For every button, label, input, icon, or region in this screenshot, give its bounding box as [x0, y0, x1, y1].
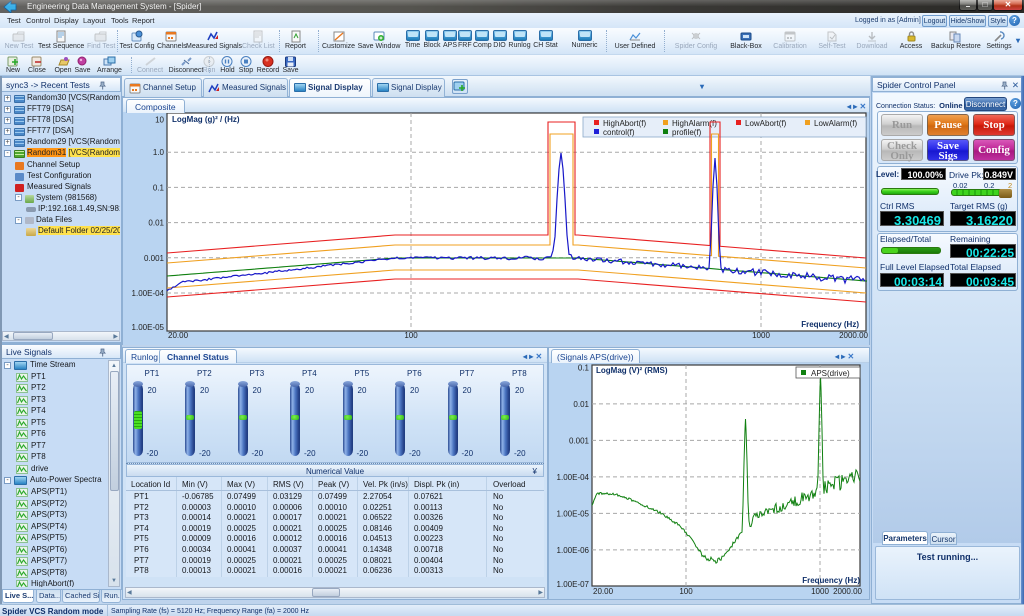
svg-text:control(f): control(f)	[603, 128, 635, 137]
svg-text:0.001: 0.001	[144, 254, 165, 263]
svg-text:LogMag (V)² (RMS): LogMag (V)² (RMS)	[596, 366, 668, 375]
svg-text:1000: 1000	[811, 587, 829, 596]
svg-text:Frequency (Hz): Frequency (Hz)	[801, 320, 859, 329]
svg-text:0.01: 0.01	[148, 219, 164, 228]
svg-text:1.00E-04: 1.00E-04	[557, 473, 590, 482]
svg-text:1.00E-07: 1.00E-07	[557, 580, 590, 589]
svg-text:20.00: 20.00	[168, 331, 189, 340]
svg-text:profile(f): profile(f)	[672, 128, 702, 137]
svg-text:0.1: 0.1	[578, 363, 590, 372]
svg-text:HighAbort(f): HighAbort(f)	[603, 119, 646, 128]
svg-text:LogMag (g)² / (Hz): LogMag (g)² / (Hz)	[172, 115, 240, 124]
svg-text:1.0: 1.0	[153, 148, 165, 157]
svg-text:LowAbort(f): LowAbort(f)	[745, 119, 787, 128]
svg-text:100: 100	[404, 331, 418, 340]
svg-text:1.00E-04: 1.00E-04	[132, 289, 165, 298]
svg-text:APS(drive): APS(drive)	[811, 369, 850, 378]
svg-text:LowAlarm(f): LowAlarm(f)	[814, 119, 857, 128]
svg-text:Frequency (Hz): Frequency (Hz)	[802, 576, 860, 585]
svg-text:1.00E-05: 1.00E-05	[557, 509, 590, 518]
svg-text:20.00: 20.00	[593, 587, 614, 596]
svg-text:1.00E-05: 1.00E-05	[132, 323, 165, 332]
svg-text:0.01: 0.01	[573, 400, 589, 409]
svg-text:2000.00: 2000.00	[839, 331, 868, 340]
svg-text:2000.00: 2000.00	[833, 587, 862, 596]
svg-text:1.00E-06: 1.00E-06	[557, 546, 590, 555]
svg-text:10: 10	[155, 116, 164, 125]
svg-text:0.001: 0.001	[569, 436, 590, 445]
svg-text:100: 100	[679, 587, 693, 596]
svg-text:0.1: 0.1	[153, 183, 165, 192]
svg-text:1000: 1000	[752, 331, 770, 340]
